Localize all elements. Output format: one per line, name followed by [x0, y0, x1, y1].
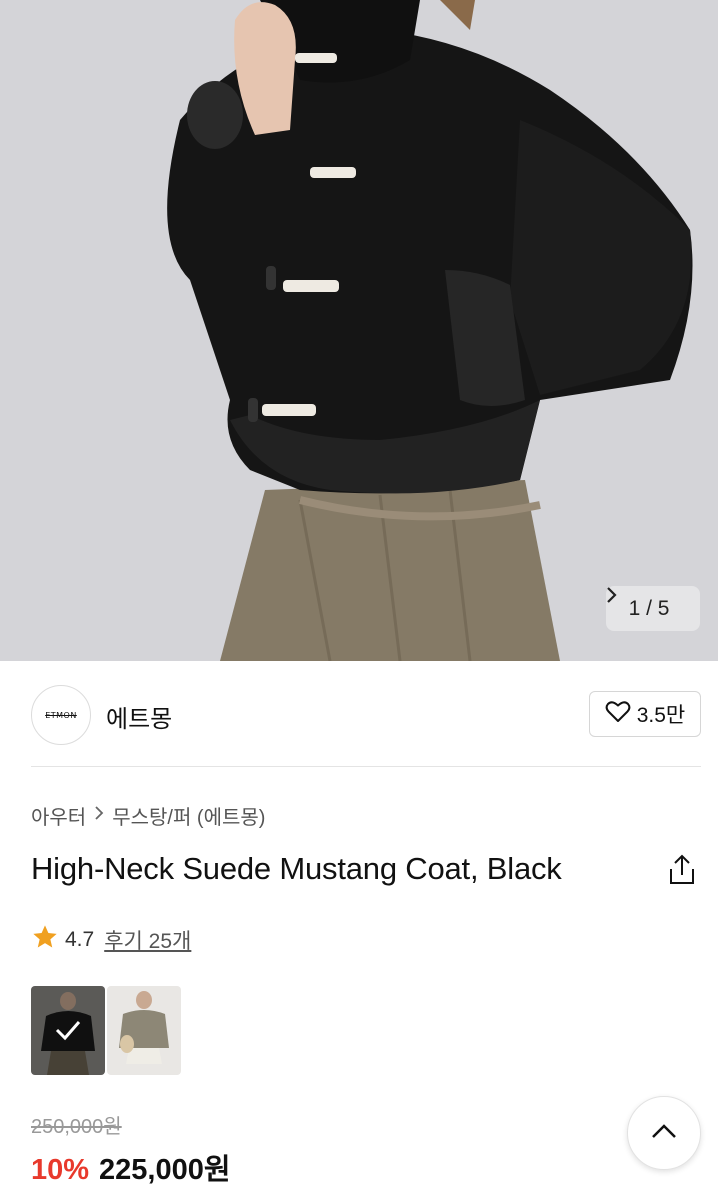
thumbnail-image: [31, 986, 105, 1075]
scroll-to-top-button[interactable]: [627, 1096, 701, 1170]
brand-name[interactable]: 에트몽: [106, 699, 172, 734]
color-option-black[interactable]: [31, 986, 105, 1075]
heart-icon: [605, 699, 631, 729]
image-counter-label: 1 / 5: [628, 596, 670, 620]
product-photo: [0, 0, 718, 661]
share-button[interactable]: [666, 853, 698, 887]
color-option-beige[interactable]: [107, 986, 181, 1075]
breadcrumb-subcategory[interactable]: 무스탕/퍼 (에트몽): [112, 801, 265, 830]
star-icon: [31, 923, 59, 957]
brand-logo[interactable]: ETMON: [31, 685, 91, 745]
discount-rate: 10%: [31, 1154, 90, 1186]
divider: [31, 766, 701, 767]
like-button[interactable]: 3.5만: [589, 691, 701, 737]
product-image[interactable]: 1 / 5: [0, 0, 718, 661]
price-row: 10% 225,000원: [31, 1146, 231, 1188]
image-counter[interactable]: 1 / 5: [606, 586, 700, 631]
product-title: High-Neck Suede Mustang Coat, Black: [31, 851, 562, 886]
brand-row: ETMON 에트몽 3.5만: [0, 661, 718, 767]
breadcrumb-category[interactable]: 아우터: [31, 801, 86, 830]
breadcrumb: 아우터 무스탕/퍼 (에트몽): [31, 801, 265, 830]
review-count-link[interactable]: 후기 25개: [104, 925, 191, 955]
rating-score: 4.7: [65, 928, 95, 951]
like-count: 3.5만: [636, 704, 686, 727]
sale-price: 225,000원: [99, 1154, 231, 1186]
chevron-right-icon: [94, 806, 104, 825]
color-options: [31, 986, 181, 1075]
original-price: 250,000원: [31, 1116, 122, 1138]
share-icon: [666, 854, 698, 891]
thumbnail-image: [107, 986, 181, 1075]
chevron-up-icon: [650, 1122, 678, 1145]
brand-logo-text: ETMON: [45, 710, 77, 720]
rating-row: 4.7 후기 25개: [31, 923, 191, 957]
